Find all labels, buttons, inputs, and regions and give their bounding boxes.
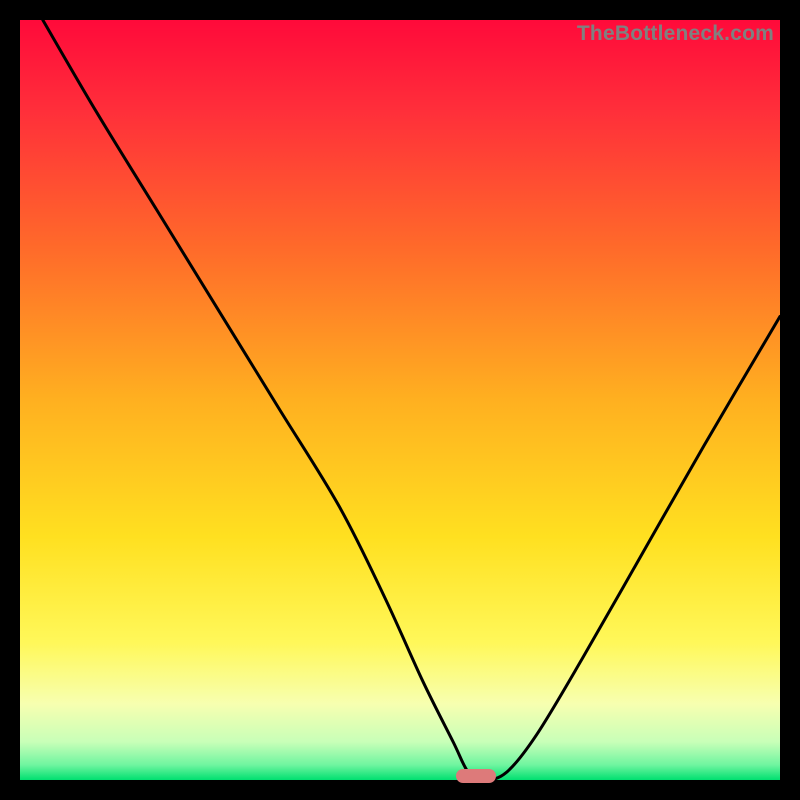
optimal-marker: [456, 769, 496, 783]
bottleneck-curve: [20, 20, 780, 780]
plot-area: [20, 20, 780, 780]
watermark-text: TheBottleneck.com: [577, 22, 774, 46]
chart-frame: TheBottleneck.com: [20, 20, 780, 780]
